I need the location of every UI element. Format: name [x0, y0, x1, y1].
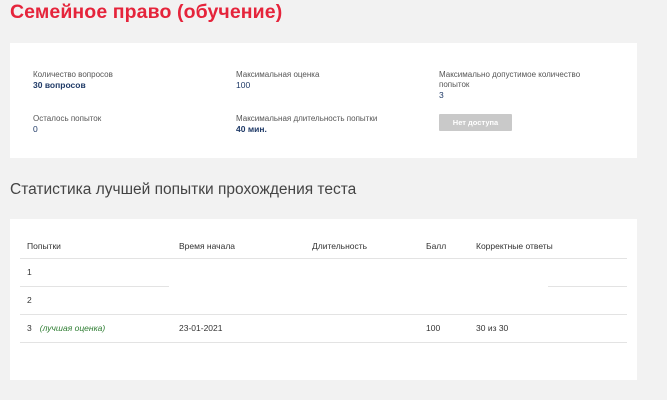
questions-count-item: Количество вопросов 30 вопросов [33, 70, 213, 90]
max-score-item: Максимальная оценка 100 [236, 70, 416, 90]
col-header-start-time: Время начала [179, 241, 236, 251]
stats-section-title: Статистика лучшей попытки прохождения те… [10, 181, 357, 198]
max-score-label: Максимальная оценка [236, 70, 320, 79]
questions-count-value: 30 вопросов [33, 80, 86, 90]
page-title: Семейное право (обучение) [10, 1, 283, 23]
table-cell-correct: 30 из 30 [476, 323, 509, 333]
table-row-attempt: 1 [27, 267, 32, 277]
max-attempts-label: Максимально допустимое количество попыто… [439, 70, 581, 89]
row-divider [20, 342, 627, 343]
table-cell-start-time: 23-01-2021 [179, 323, 223, 333]
row-divider [548, 286, 627, 287]
col-header-score: Балл [426, 241, 447, 251]
table-row-attempt: 3 (лучшая оценка) [27, 323, 105, 333]
questions-count-label: Количество вопросов [33, 70, 113, 79]
max-duration-item: Максимальная длительность попытки 40 мин… [236, 114, 416, 134]
max-attempts-value: 3 [439, 90, 444, 100]
attempts-stats-card: Попытки Время начала Длительность Балл К… [10, 219, 637, 380]
remaining-attempts-value: 0 [33, 124, 38, 134]
row-divider [20, 286, 169, 287]
remaining-attempts-item: Осталось попыток 0 [33, 114, 213, 134]
remaining-attempts-label: Осталось попыток [33, 114, 102, 123]
row-divider [20, 314, 627, 315]
no-access-button[interactable]: Нет доступа [439, 114, 512, 131]
best-score-note: (лучшая оценка) [39, 323, 106, 333]
header-divider [20, 258, 627, 259]
col-header-attempts: Попытки [27, 241, 61, 251]
max-duration-value: 40 мин. [236, 124, 267, 134]
test-info-card: Количество вопросов 30 вопросов Максимал… [10, 43, 637, 158]
col-header-correct: Корректные ответы [476, 241, 553, 251]
max-score-value: 100 [236, 80, 251, 90]
max-duration-label: Максимальная длительность попытки [236, 114, 378, 123]
table-row-attempt: 2 [27, 295, 32, 305]
col-header-duration: Длительность [312, 241, 368, 251]
max-attempts-item: Максимально допустимое количество попыто… [439, 70, 599, 100]
attempt-number: 3 [27, 323, 32, 333]
table-cell-score: 100 [426, 323, 441, 333]
